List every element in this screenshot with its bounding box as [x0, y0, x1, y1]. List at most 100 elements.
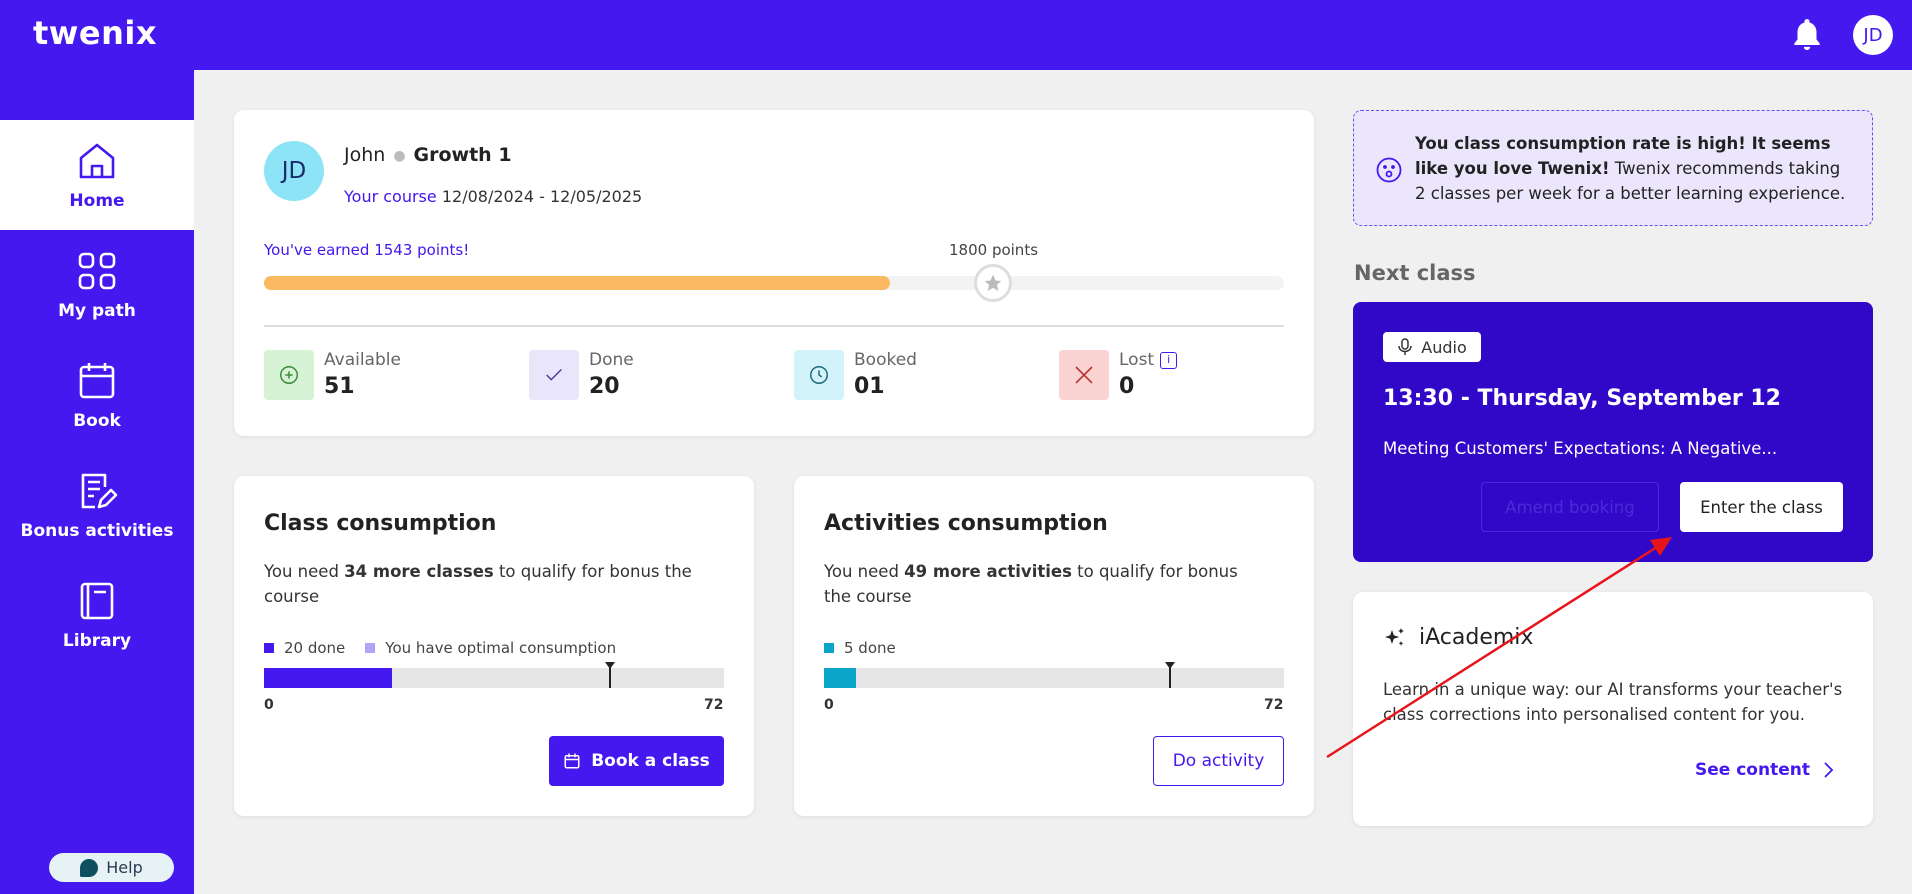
activities-consumption-card: Activities consumption You need 49 more …	[794, 476, 1314, 816]
button-label: Book a class	[591, 751, 710, 771]
chip-label: Audio	[1421, 337, 1467, 357]
profile-name: John	[344, 144, 386, 166]
next-class-topic: Meeting Customers' Expectations: A Negat…	[1383, 439, 1778, 458]
check-icon	[529, 350, 579, 400]
legend-done: 20 done	[284, 639, 346, 657]
card-description: You need 34 more classes to qualify for …	[264, 562, 692, 606]
divider	[264, 325, 1284, 327]
calendar-icon	[564, 753, 580, 769]
link-label: See content	[1695, 760, 1810, 780]
surprised-face-icon	[1376, 157, 1402, 183]
chat-bubble-icon	[80, 858, 99, 877]
clock-icon	[794, 350, 844, 400]
amend-booking-button[interactable]: Amend booking	[1481, 482, 1659, 532]
audio-chip: Audio	[1383, 332, 1481, 362]
twenix-logo[interactable]: twenix	[33, 14, 157, 52]
bar-max-label: 72	[1264, 697, 1284, 713]
x-icon	[1059, 350, 1109, 400]
stat-value: 51	[324, 374, 355, 399]
activities-progress-bar	[824, 662, 1284, 688]
book-icon	[80, 582, 114, 620]
legend-done: 5 done	[844, 639, 896, 657]
stat-label: Booked	[854, 350, 917, 370]
legend-swatch	[264, 643, 274, 653]
card-title: Activities consumption	[824, 511, 1108, 536]
card-description: You need 49 more activities to qualify f…	[824, 562, 1238, 606]
next-class-heading: Next class	[1354, 261, 1476, 285]
legend-swatch	[824, 643, 834, 653]
class-progress-fill	[264, 668, 392, 688]
points-earned-text: You've earned 1543 points!	[264, 241, 470, 259]
class-progress-bar	[264, 662, 724, 688]
iacademix-card: iAcademix Learn in a unique way: our AI …	[1353, 592, 1873, 826]
notes-edit-icon	[81, 473, 118, 509]
stat-done: Done 20	[529, 350, 634, 400]
bar-max-label: 72	[704, 697, 724, 713]
bar-min-label: 0	[824, 697, 834, 713]
points-progress-fill	[264, 276, 891, 290]
next-class-card: Audio 13:30 - Thursday, September 12 Mee…	[1353, 302, 1873, 562]
iacademix-title: iAcademix	[1383, 625, 1533, 650]
stat-label: Lost i	[1119, 350, 1178, 370]
course-name: Growth 1	[413, 144, 512, 166]
sidebar-item-label: My path	[58, 301, 136, 321]
chart-legend: 20 done You have optimal consumption	[264, 639, 616, 657]
profile-name-line: John ● Growth 1	[344, 144, 512, 166]
sidebar-item-bonus-activities[interactable]: Bonus activities	[0, 450, 194, 560]
calendar-icon	[79, 363, 115, 399]
sidebar-item-book[interactable]: Book	[0, 340, 194, 450]
legend-optimal: You have optimal consumption	[385, 639, 617, 657]
alert-text: You class consumption rate is high! It s…	[1415, 134, 1846, 203]
sparkles-icon	[1385, 627, 1404, 646]
bell-icon[interactable]	[1788, 16, 1826, 54]
next-class-time: 13:30 - Thursday, September 12	[1383, 386, 1781, 411]
activities-progress-fill	[824, 668, 856, 688]
target-marker	[1165, 662, 1175, 688]
profile-card: JD John ● Growth 1 Your course 12/08/2024 …	[234, 110, 1314, 436]
stat-label: Done	[589, 350, 634, 370]
points-progress-bar	[264, 276, 1284, 290]
chevron-right-icon	[1824, 762, 1834, 778]
stat-available: Available 51	[264, 350, 401, 400]
user-avatar[interactable]: JD	[1853, 15, 1893, 55]
stat-value: 0	[1119, 374, 1135, 399]
separator-dot-icon: ●	[393, 147, 406, 164]
do-activity-button[interactable]: Do activity	[1153, 736, 1284, 786]
chart-legend: 5 done	[824, 639, 896, 657]
star-icon	[974, 264, 1012, 302]
bar-min-label: 0	[264, 697, 274, 713]
stat-lost: Lost i 0	[1059, 350, 1178, 400]
course-label: Your course	[344, 187, 437, 206]
class-consumption-card: Class consumption You need 34 more class…	[234, 476, 754, 816]
stat-label: Available	[324, 350, 401, 370]
sidebar-item-label: Bonus activities	[20, 521, 174, 541]
card-title: Class consumption	[264, 511, 497, 536]
points-goal-text: 1800 points	[949, 241, 1039, 259]
consumption-alert: You class consumption rate is high! It s…	[1353, 110, 1873, 226]
microphone-icon	[1398, 338, 1412, 355]
target-marker	[605, 662, 615, 688]
help-label: Help	[106, 858, 143, 877]
home-icon	[79, 143, 115, 179]
enter-class-button[interactable]: Enter the class	[1680, 482, 1843, 532]
info-icon[interactable]: i	[1160, 351, 1178, 369]
top-bar: twenix JD	[0, 0, 1912, 70]
sidebar-item-label: Home	[69, 191, 125, 211]
grid-icon	[78, 252, 116, 290]
see-content-link[interactable]: See content	[1695, 760, 1834, 780]
sidebar-item-my-path[interactable]: My path	[0, 230, 194, 340]
legend-swatch	[365, 643, 376, 653]
sidebar-item-home[interactable]: Home	[0, 120, 194, 230]
stat-value: 01	[854, 374, 885, 399]
sidebar: Home My path Book Bonus activities Libra…	[0, 70, 194, 894]
sidebar-item-label: Library	[62, 631, 132, 651]
help-button[interactable]: Help	[49, 853, 174, 882]
profile-avatar: JD	[264, 141, 324, 201]
sidebar-item-label: Book	[73, 411, 121, 431]
stat-booked: Booked 01	[794, 350, 917, 400]
course-dates: 12/08/2024 - 12/05/2025	[441, 187, 643, 206]
iacademix-description: Learn in a unique way: our AI transforms…	[1383, 680, 1843, 724]
stat-value: 20	[589, 374, 620, 399]
sidebar-item-library[interactable]: Library	[0, 560, 194, 670]
book-a-class-button[interactable]: Book a class	[549, 736, 724, 786]
